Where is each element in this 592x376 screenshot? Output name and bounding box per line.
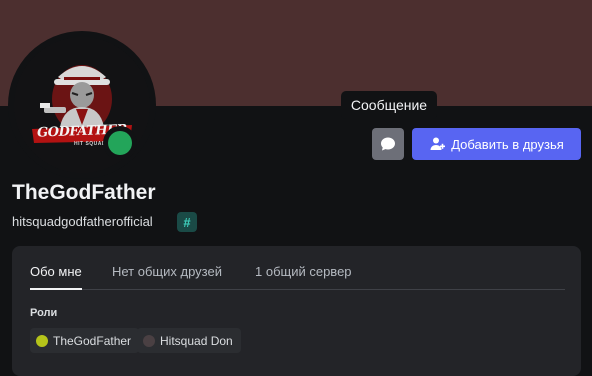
role-pill[interactable]: Hitsquad Don [137, 328, 241, 353]
role-color-dot [143, 334, 155, 347]
role-name: Hitsquad Don [160, 333, 233, 348]
username: hitsquadgodfatherofficial [12, 214, 153, 229]
role-color-dot [36, 334, 48, 347]
tab-mutual-servers[interactable]: 1 общий сервер [255, 264, 352, 289]
add-user-icon [430, 137, 446, 150]
role-pill[interactable]: TheGodFather [30, 328, 140, 353]
chat-bubble-icon [381, 137, 395, 151]
roles-heading: Роли [30, 307, 58, 319]
add-friend-button[interactable]: Добавить в друзья [412, 128, 581, 160]
add-friend-label: Добавить в друзья [451, 136, 564, 152]
role-name: TheGodFather [53, 333, 132, 348]
message-tooltip: Сообщение [341, 91, 437, 125]
send-message-button[interactable] [372, 128, 404, 160]
tab-mutual-friends[interactable]: Нет общих друзей [112, 264, 222, 289]
tab-about-me[interactable]: Обо мне [30, 264, 82, 290]
hypesquad-badge-icon[interactable]: # [177, 212, 197, 232]
display-name: TheGodFather [12, 181, 156, 204]
profile-tabs: Обо мне Нет общих друзей 1 общий сервер [30, 264, 565, 290]
online-status-indicator [103, 126, 137, 160]
